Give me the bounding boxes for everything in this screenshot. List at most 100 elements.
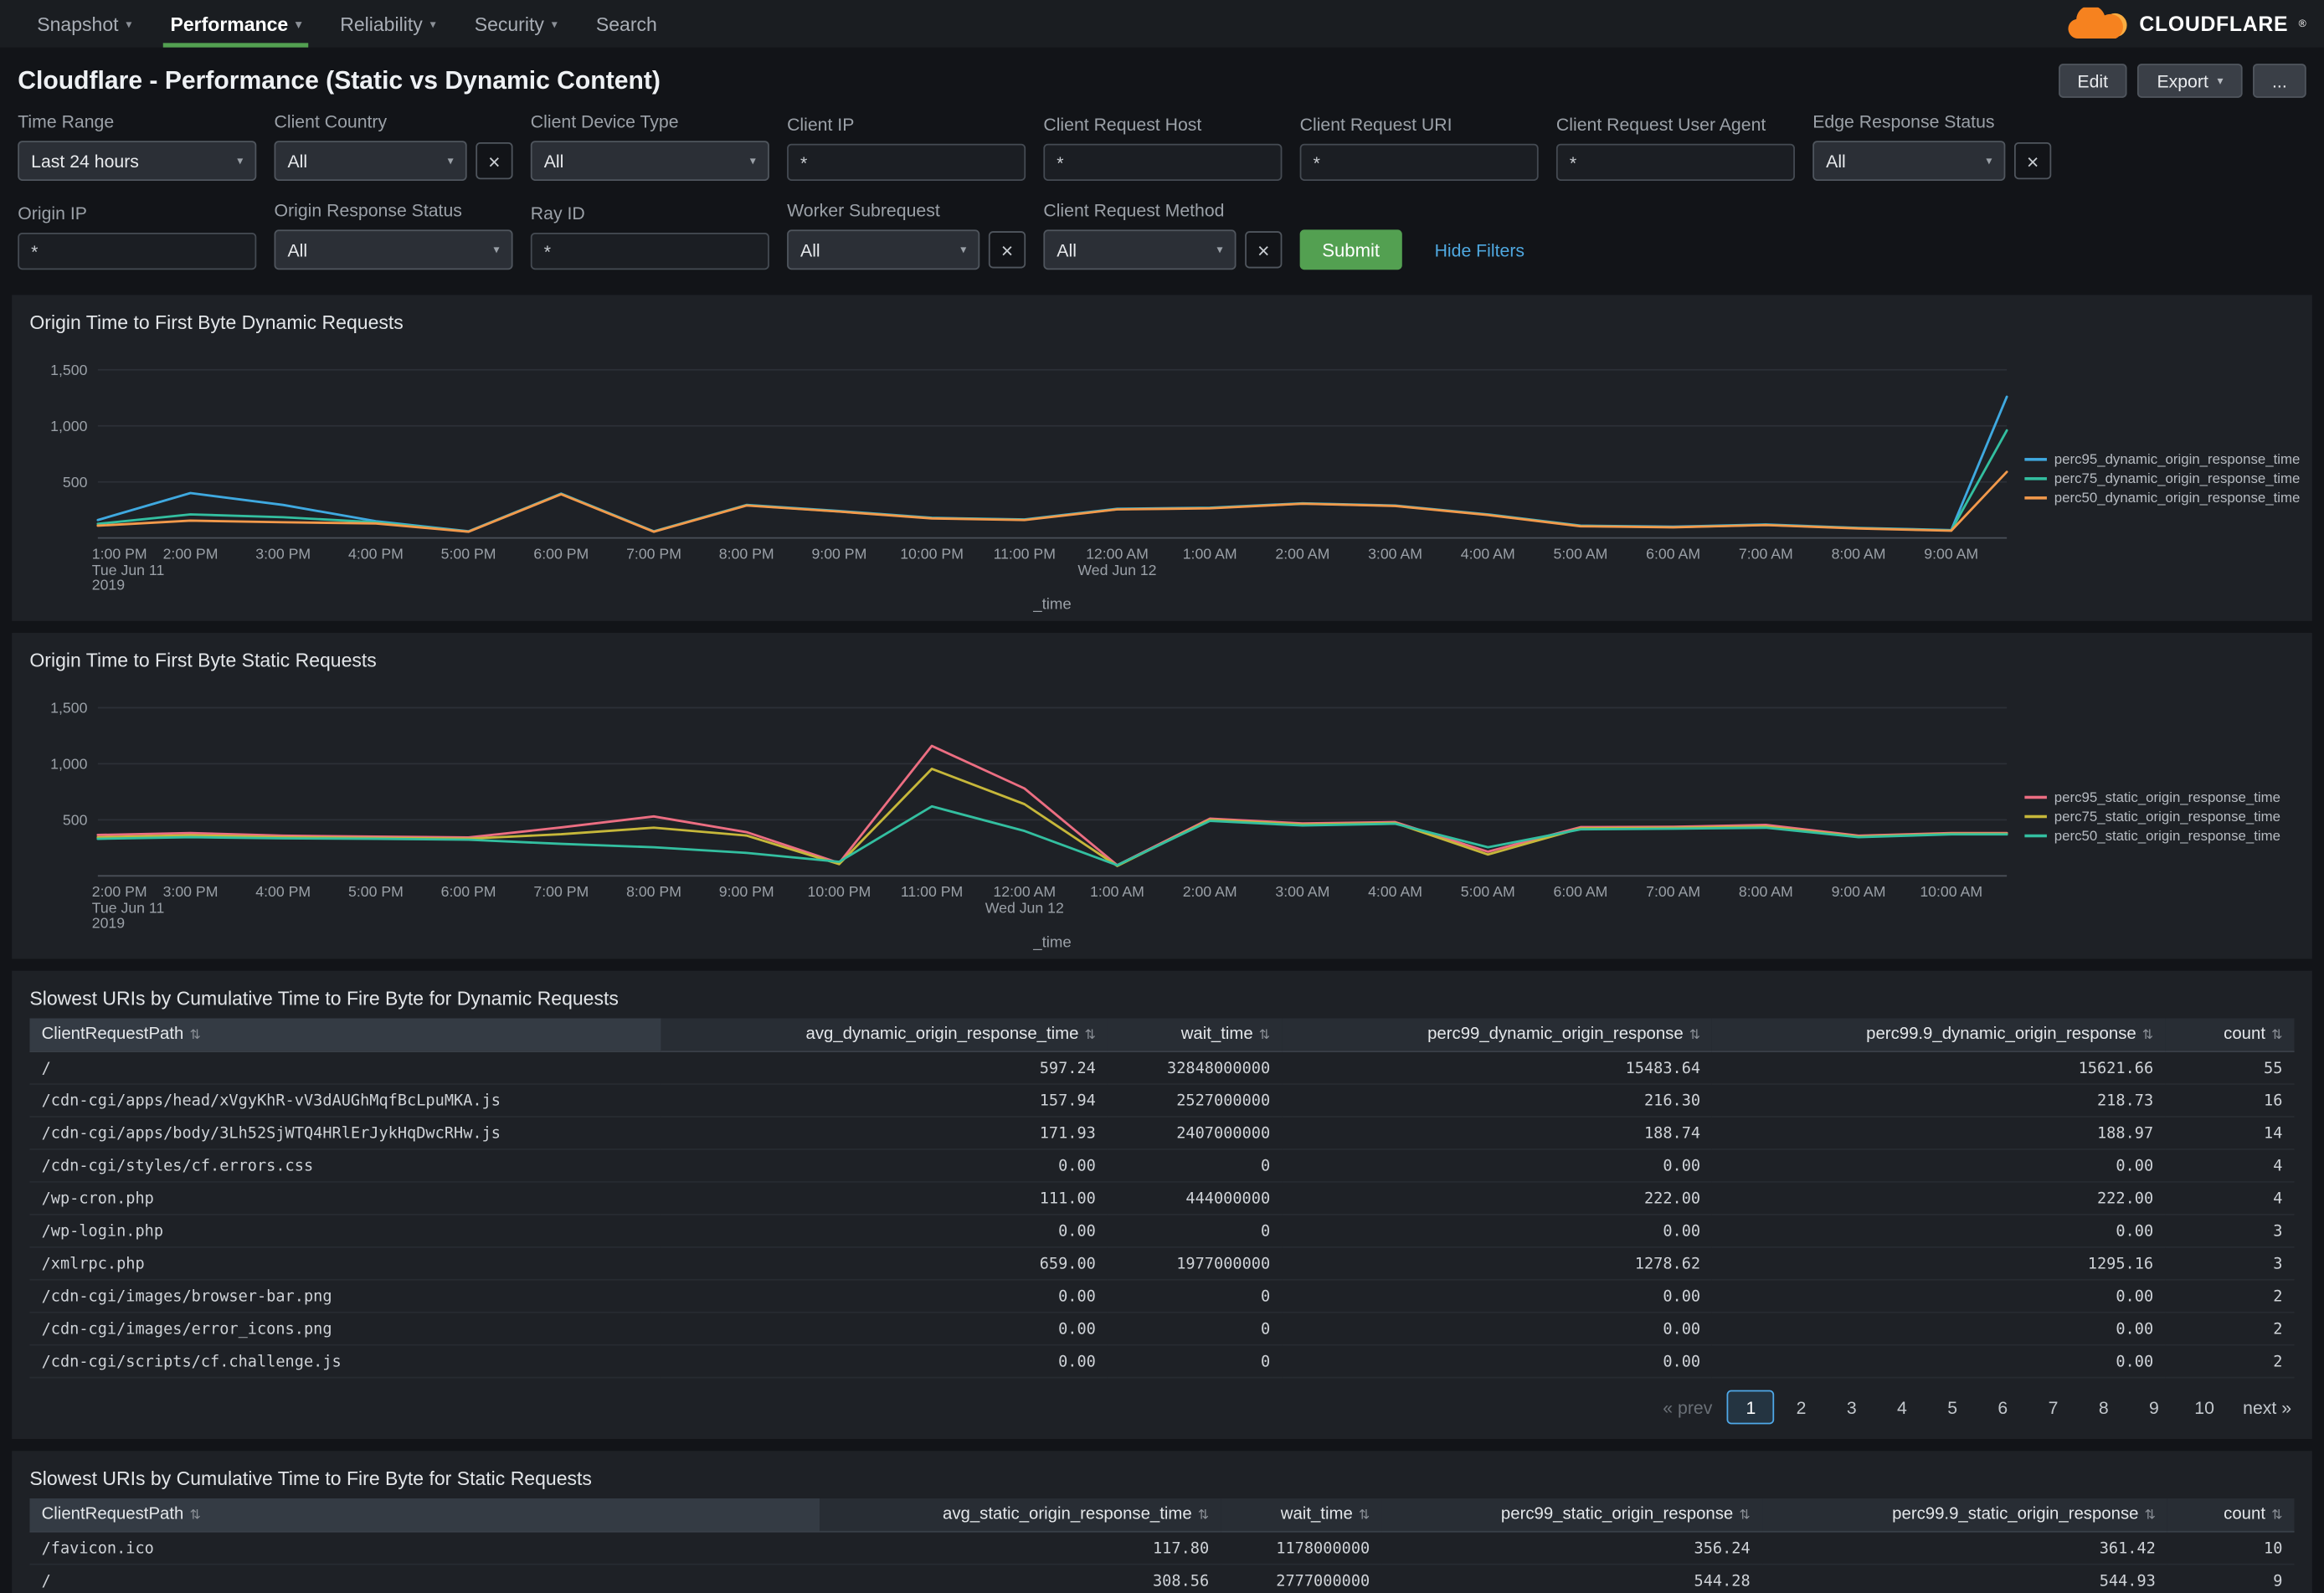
column-header-avg-dynamic-origin-response-time[interactable]: avg_dynamic_origin_response_time ⇅ — [661, 1018, 1108, 1052]
cell-value[interactable]: 32848000000 — [1108, 1051, 1283, 1085]
column-header-clientrequestpath[interactable]: ClientRequestPath ⇅ — [29, 1498, 820, 1533]
cell-value[interactable]: 2 — [2165, 1312, 2295, 1346]
cell-value[interactable]: 597.24 — [661, 1051, 1108, 1085]
cell-path[interactable]: /cdn-cgi/images/browser-bar.png — [29, 1279, 662, 1313]
edit-button[interactable]: Edit — [2058, 64, 2128, 98]
nav-item-snapshot[interactable]: Snapshot ▾ — [18, 0, 151, 48]
cell-value[interactable]: 308.56 — [820, 1564, 1221, 1593]
cell-value[interactable]: 0.00 — [1282, 1214, 1713, 1248]
cell-path[interactable]: /cdn-cgi/apps/head/xVgyKhR-vV3dAUGhMqfBc… — [29, 1084, 662, 1118]
cell-value[interactable]: 0.00 — [661, 1149, 1108, 1183]
cell-value[interactable]: 222.00 — [1282, 1181, 1713, 1215]
cell-value[interactable]: 0.00 — [1282, 1149, 1713, 1183]
legend-item[interactable]: perc50_dynamic_origin_response_time — [2024, 490, 2300, 506]
cell-value[interactable]: 4 — [2165, 1181, 2295, 1215]
cell-path[interactable]: / — [29, 1051, 662, 1085]
cell-value[interactable]: 1295.16 — [1712, 1246, 2166, 1281]
filter-edge-response-status-clear-button[interactable]: × — [2013, 141, 2052, 180]
cell-value[interactable]: 0.00 — [1282, 1279, 1713, 1313]
cell-path[interactable]: /favicon.ico — [29, 1531, 820, 1565]
cell-path[interactable]: / — [29, 1564, 820, 1593]
cell-value[interactable]: 216.30 — [1282, 1084, 1713, 1118]
cell-value[interactable]: 1977000000 — [1108, 1246, 1283, 1281]
nav-item-reliability[interactable]: Reliability ▾ — [321, 0, 455, 48]
cell-value[interactable]: 10 — [2167, 1531, 2295, 1565]
cell-value[interactable]: 0 — [1108, 1149, 1283, 1183]
cell-value[interactable]: 2 — [2165, 1344, 2295, 1379]
cell-value[interactable]: 0 — [1108, 1344, 1283, 1379]
filter-origin-ip-input[interactable] — [18, 232, 257, 270]
cell-value[interactable]: 659.00 — [661, 1246, 1108, 1281]
legend-item[interactable]: perc95_dynamic_origin_response_time — [2024, 451, 2300, 468]
cell-value[interactable]: 0 — [1108, 1214, 1283, 1248]
nav-item-search[interactable]: Search — [577, 0, 676, 48]
more-button[interactable]: ... — [2252, 64, 2306, 98]
cell-value[interactable]: 0.00 — [1712, 1149, 2166, 1183]
legend-item[interactable]: perc75_static_origin_response_time — [2024, 809, 2294, 825]
column-header-perc99-dynamic-origin-response[interactable]: perc99_dynamic_origin_response ⇅ — [1282, 1018, 1713, 1052]
pagination-page-9[interactable]: 9 — [2131, 1390, 2178, 1425]
pagination-page-4[interactable]: 4 — [1879, 1390, 1926, 1425]
legend-item[interactable]: perc75_dynamic_origin_response_time — [2024, 470, 2300, 487]
export-button[interactable]: Export ▾ — [2137, 64, 2243, 98]
cell-value[interactable]: 171.93 — [661, 1117, 1108, 1150]
filter-client-request-method-select[interactable]: All ▾ — [1043, 229, 1237, 270]
column-header-wait-time[interactable]: wait_time ⇅ — [1108, 1018, 1283, 1052]
cell-value[interactable]: 0.00 — [1282, 1312, 1713, 1346]
cell-value[interactable]: 0 — [1108, 1312, 1283, 1346]
submit-button[interactable]: Submit — [1299, 229, 1402, 270]
cell-value[interactable]: 0.00 — [1712, 1279, 2166, 1313]
cell-value[interactable]: 3 — [2165, 1214, 2295, 1248]
column-header-count[interactable]: count ⇅ — [2167, 1498, 2295, 1533]
cell-value[interactable]: 0 — [1108, 1279, 1283, 1313]
pagination-next[interactable]: next » — [2243, 1397, 2291, 1418]
pagination-page-10[interactable]: 10 — [2181, 1390, 2229, 1425]
column-header-perc99-9-dynamic-origin-response[interactable]: perc99.9_dynamic_origin_response ⇅ — [1712, 1018, 2166, 1052]
pagination-page-2[interactable]: 2 — [1777, 1390, 1825, 1425]
line-chart-dynamic[interactable]: 500 1,000 1,500 1:00 PM 2:00 PM 3:00 PM 4:00 P… — [29, 342, 2015, 615]
filter-client-device-type-select[interactable]: All ▾ — [530, 141, 769, 181]
cell-value[interactable]: 444000000 — [1108, 1181, 1283, 1215]
cell-value[interactable]: 1178000000 — [1221, 1531, 1382, 1565]
legend-item[interactable]: perc95_static_origin_response_time — [2024, 789, 2294, 805]
filter-ray-id-input[interactable] — [530, 232, 769, 270]
pagination-page-1[interactable]: 1 — [1727, 1390, 1775, 1425]
pagination-page-3[interactable]: 3 — [1828, 1390, 1875, 1425]
column-header-wait-time[interactable]: wait_time ⇅ — [1221, 1498, 1382, 1533]
cell-value[interactable]: 2407000000 — [1108, 1117, 1283, 1150]
cell-value[interactable]: 188.97 — [1712, 1117, 2166, 1150]
cell-value[interactable]: 111.00 — [661, 1181, 1108, 1215]
cell-value[interactable]: 14 — [2165, 1117, 2295, 1150]
cell-path[interactable]: /wp-login.php — [29, 1214, 662, 1248]
column-header-clientrequestpath[interactable]: ClientRequestPath ⇅ — [29, 1018, 662, 1052]
cell-value[interactable]: 0.00 — [1712, 1214, 2166, 1248]
cell-value[interactable]: 0.00 — [1282, 1344, 1713, 1379]
cell-value[interactable]: 0.00 — [1712, 1312, 2166, 1346]
filter-client-request-uri-input[interactable] — [1299, 143, 1539, 181]
cell-value[interactable]: 0.00 — [661, 1312, 1108, 1346]
cell-value[interactable]: 9 — [2167, 1564, 2295, 1593]
filter-edge-response-status-select[interactable]: All ▾ — [1812, 141, 2006, 181]
pagination-page-5[interactable]: 5 — [1929, 1390, 1977, 1425]
cell-value[interactable]: 157.94 — [661, 1084, 1108, 1118]
cell-value[interactable]: 4 — [2165, 1149, 2295, 1183]
filter-time-range-select[interactable]: Last 24 hours ▾ — [18, 141, 257, 181]
cell-path[interactable]: /wp-cron.php — [29, 1181, 662, 1215]
filter-client-request-user-agent-input[interactable] — [1555, 143, 1795, 181]
cell-path[interactable]: /cdn-cgi/apps/body/3Lh52SjWTQ4HRlErJykHq… — [29, 1117, 662, 1150]
cell-path[interactable]: /cdn-cgi/styles/cf.errors.css — [29, 1149, 662, 1183]
filter-origin-response-status-select[interactable]: All ▾ — [274, 229, 513, 270]
filter-client-request-host-input[interactable] — [1043, 143, 1283, 181]
cell-value[interactable]: 2527000000 — [1108, 1084, 1283, 1118]
filter-client-country-select[interactable]: All ▾ — [274, 141, 467, 181]
cell-value[interactable]: 117.80 — [820, 1531, 1221, 1565]
cell-path[interactable]: /cdn-cgi/scripts/cf.challenge.js — [29, 1344, 662, 1379]
cell-value[interactable]: 361.42 — [1761, 1531, 2168, 1565]
filter-worker-subrequest-select[interactable]: All ▾ — [787, 229, 980, 270]
pagination-page-7[interactable]: 7 — [2029, 1390, 2077, 1425]
cell-value[interactable]: 0.00 — [661, 1344, 1108, 1379]
cell-value[interactable]: 222.00 — [1712, 1181, 2166, 1215]
filter-client-request-method-clear-button[interactable]: × — [1245, 231, 1283, 269]
cell-value[interactable]: 15621.66 — [1712, 1051, 2166, 1085]
cell-value[interactable]: 218.73 — [1712, 1084, 2166, 1118]
